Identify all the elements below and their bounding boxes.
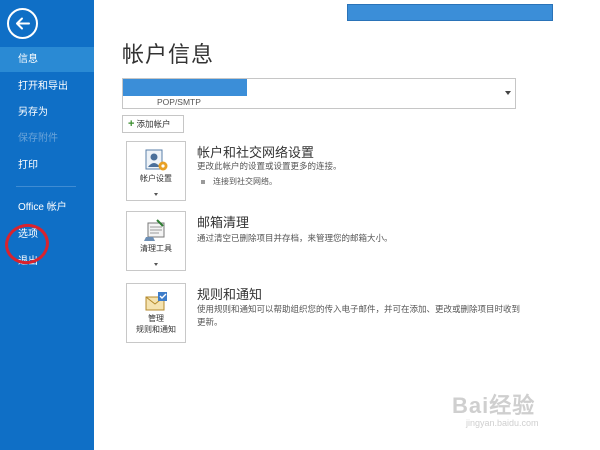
rules-alerts-title: 规则和通知 bbox=[197, 287, 263, 302]
mailbox-cleanup-title: 邮箱清理 bbox=[197, 215, 250, 230]
social-network-link[interactable]: 连接到社交网络。 bbox=[213, 177, 277, 186]
account-settings-tile[interactable]: 帐户设置 bbox=[126, 141, 186, 201]
add-account-label: 添加帐户 bbox=[136, 119, 171, 129]
redacted-account-email bbox=[123, 79, 247, 96]
account-settings-label: 帐户设置 bbox=[140, 174, 172, 183]
backstage-sidebar: 信息 打开和导出 另存为 保存附件 打印 Office 帐户 选项 退出 bbox=[0, 0, 94, 450]
mailbox-cleanup-description: 通过清空已删除项目并存档，来管理您的邮箱大小。 bbox=[197, 233, 393, 243]
arrow-left-icon bbox=[16, 17, 30, 30]
chevron-down-icon bbox=[505, 91, 511, 95]
nav-divider bbox=[16, 186, 76, 187]
watermark-url: jingyan.baidu.com bbox=[466, 418, 539, 428]
baidu-jingyan-watermark: Bai经验 jingyan.baidu.com bbox=[452, 388, 572, 438]
bullet-icon bbox=[201, 179, 205, 184]
nav-item-open-export[interactable]: 打开和导出 bbox=[0, 74, 94, 99]
rules-alerts-icon bbox=[145, 292, 167, 311]
cleanup-tools-tile[interactable]: 清理工具 bbox=[126, 211, 186, 271]
account-settings-description: 更改此帐户的设置或设置更多的连接。 bbox=[197, 161, 342, 171]
social-network-bullet: 连接到社交网络。 bbox=[201, 176, 277, 187]
back-button[interactable] bbox=[7, 8, 38, 39]
nav-item-save-as[interactable]: 另存为 bbox=[0, 100, 94, 125]
rules-alerts-label: 规则和通知 bbox=[136, 325, 176, 334]
account-select[interactable]: POP/SMTP bbox=[122, 78, 516, 109]
plus-icon: + bbox=[128, 118, 135, 130]
account-type: POP/SMTP bbox=[157, 97, 201, 107]
cleanup-tools-label: 清理工具 bbox=[140, 244, 172, 253]
rules-alerts-tile[interactable]: 管理 规则和通知 bbox=[126, 283, 186, 343]
redacted-title-bar bbox=[347, 4, 553, 21]
add-account-button[interactable]: + 添加帐户 bbox=[122, 115, 184, 133]
rules-manage-label: 管理 bbox=[148, 314, 164, 323]
nav-item-info[interactable]: 信息 bbox=[0, 47, 94, 72]
page-title: 帐户信息 bbox=[122, 42, 215, 67]
nav-item-office-account[interactable]: Office 帐户 bbox=[0, 195, 94, 220]
cleanup-tools-icon bbox=[144, 219, 165, 241]
chevron-down-icon bbox=[154, 193, 158, 196]
nav-item-print[interactable]: 打印 bbox=[0, 153, 94, 178]
account-settings-title: 帐户和社交网络设置 bbox=[197, 145, 315, 160]
chevron-down-icon bbox=[154, 263, 158, 266]
watermark-logo: Bai经验 bbox=[452, 393, 536, 418]
nav-item-save-attachments: 保存附件 bbox=[18, 133, 58, 144]
account-settings-icon bbox=[145, 149, 168, 171]
rules-alerts-description: 使用规则和通知可以帮助组织您的传入电子邮件，并可在添加、更改或删除项目时收到更新… bbox=[197, 304, 521, 327]
